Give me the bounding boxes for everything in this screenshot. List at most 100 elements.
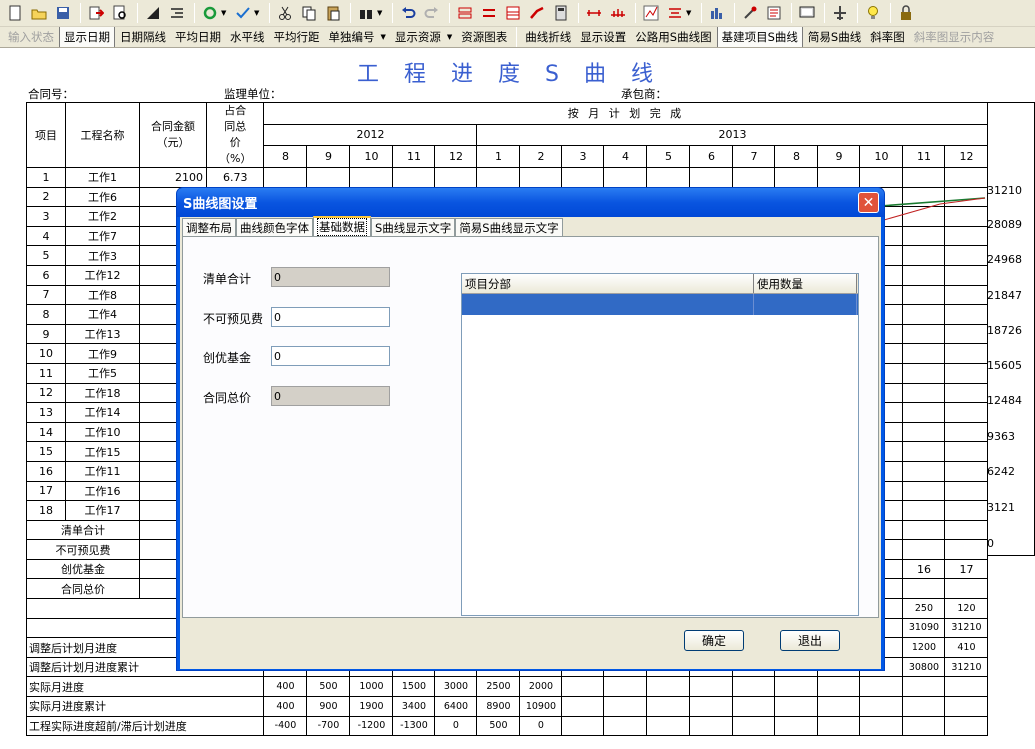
triangle-icon[interactable]	[142, 2, 164, 24]
plan-cell	[689, 167, 734, 188]
actual-cell: 900	[306, 696, 351, 717]
toolbar-separator	[578, 3, 579, 23]
toolbar-button-3[interactable]: 平均日期	[171, 27, 225, 47]
delete-row-icon[interactable]	[478, 2, 500, 24]
toolbar-button-9[interactable]: 曲线折线	[521, 27, 575, 47]
row-name: 工作11	[65, 460, 140, 482]
paste-icon[interactable]	[322, 2, 344, 24]
toolbar-button-0[interactable]: 输入状态	[4, 27, 58, 47]
actual-cell	[603, 696, 648, 717]
actual-cell	[859, 696, 904, 717]
row-name: 工作15	[65, 441, 140, 462]
row-name: 工作17	[65, 500, 140, 521]
toolbar-button-10[interactable]: 显示设置	[576, 27, 630, 47]
refresh-icon[interactable]	[199, 2, 221, 24]
cut-icon[interactable]	[274, 2, 296, 24]
preview-icon[interactable]	[109, 2, 131, 24]
tab-3[interactable]: S曲线显示文字	[371, 218, 456, 236]
col-header-quantity[interactable]: 使用数量	[754, 274, 857, 293]
binoculars-icon[interactable]	[355, 2, 377, 24]
plan-cell	[306, 167, 351, 188]
row-no: 14	[26, 421, 66, 443]
insert-row-icon[interactable]	[454, 2, 476, 24]
contract-no-label: 合同号：	[28, 87, 74, 101]
toolbar-button-4[interactable]: 水平线	[226, 27, 269, 47]
exit-button[interactable]: 退出	[780, 630, 840, 651]
plane-icon[interactable]	[829, 2, 851, 24]
table-icon[interactable]	[502, 2, 524, 24]
toolbar-button-12[interactable]: 基建项目S曲线	[716, 27, 803, 47]
summary-label: 清单合计	[26, 519, 140, 541]
calculate-icon[interactable]	[550, 2, 572, 24]
ok-button[interactable]: 确定	[684, 630, 744, 651]
actual-cell	[689, 676, 734, 698]
tool-icon[interactable]	[739, 2, 761, 24]
dropdown-arrow-icon[interactable]: ▼	[377, 9, 385, 17]
header-month: 12	[944, 145, 989, 168]
copy-icon[interactable]	[298, 2, 320, 24]
redo-icon[interactable]	[421, 2, 443, 24]
open-icon[interactable]	[28, 2, 50, 24]
line-icon[interactable]	[526, 2, 548, 24]
plan-cell	[944, 441, 989, 462]
dropdown-arrow-icon[interactable]: ▼	[221, 9, 229, 17]
toolbar-button-13[interactable]: 简易S曲线	[804, 27, 865, 47]
dialog-titlebar[interactable]: S曲线图设置 ✕	[177, 188, 884, 217]
bar-chart-icon[interactable]	[706, 2, 728, 24]
indent-icon[interactable]	[166, 2, 188, 24]
plan-cell	[944, 304, 989, 325]
undo-icon[interactable]	[397, 2, 419, 24]
toolbar-separator	[890, 3, 891, 23]
row-no: 15	[26, 441, 66, 462]
tab-2[interactable]: 基础数据	[313, 216, 371, 236]
align-icon[interactable]	[664, 2, 686, 24]
actual-cell: -1300	[392, 715, 436, 737]
header-month: 9	[306, 145, 351, 168]
toolbar-separator	[734, 3, 735, 23]
actual-cell	[603, 715, 648, 737]
toolbar-separator	[791, 3, 792, 23]
span2-icon[interactable]	[607, 2, 629, 24]
toolbar-separator	[194, 3, 195, 23]
row-no: 9	[26, 323, 66, 345]
span-icon[interactable]	[583, 2, 605, 24]
chevron-down-icon: ▼	[380, 33, 386, 41]
toolbar-button-5[interactable]: 平均行距	[270, 27, 324, 47]
field-input-1[interactable]: 0	[271, 307, 390, 327]
list-row-selected[interactable]	[462, 294, 858, 315]
field-input-2[interactable]: 0	[271, 346, 390, 366]
toolbar-button-15[interactable]: 斜率图显示内容	[910, 27, 999, 47]
actual-cell	[817, 715, 861, 737]
col-header-subitem[interactable]: 项目分部	[462, 274, 754, 293]
bulb-icon[interactable]	[862, 2, 884, 24]
notes-icon[interactable]	[763, 2, 785, 24]
toolbar-button-2[interactable]: 日期隔线	[116, 27, 170, 47]
check-icon[interactable]	[232, 2, 254, 24]
toolbar-separator	[824, 3, 825, 23]
plan-cell	[944, 460, 989, 482]
toolbar-button-8[interactable]: 资源图表	[457, 27, 511, 47]
tab-1[interactable]: 曲线颜色字体	[236, 218, 313, 236]
close-button[interactable]: ✕	[858, 192, 879, 213]
toolbar-button-7[interactable]: 显示资源 ▼	[391, 27, 456, 47]
tab-4[interactable]: 简易S曲线显示文字	[455, 218, 563, 236]
header-month: 4	[603, 145, 648, 168]
tab-0[interactable]: 调整布局	[182, 218, 236, 236]
header-month: 10	[349, 145, 394, 168]
toolbar-button-1[interactable]: 显示日期	[59, 27, 115, 47]
dropdown-arrow-icon[interactable]: ▼	[686, 9, 694, 17]
actual-cell	[774, 696, 819, 717]
toolbar-button-14[interactable]: 斜率图	[866, 27, 909, 47]
header-item: 项目	[26, 102, 66, 168]
subitem-list[interactable]: 项目分部 使用数量	[461, 273, 859, 616]
dropdown-arrow-icon[interactable]: ▼	[254, 9, 262, 17]
chart-edit-icon[interactable]	[640, 2, 662, 24]
monitor-icon[interactable]	[796, 2, 818, 24]
new-icon[interactable]	[4, 2, 26, 24]
toolbar-button-6[interactable]: 单独编号 ▼	[325, 27, 390, 47]
toolbar-button-11[interactable]: 公路用S曲线图	[631, 27, 715, 47]
save-icon[interactable]	[52, 2, 74, 24]
export-icon[interactable]	[85, 2, 107, 24]
lock-icon[interactable]	[895, 2, 917, 24]
row-name: 工作13	[65, 323, 140, 345]
